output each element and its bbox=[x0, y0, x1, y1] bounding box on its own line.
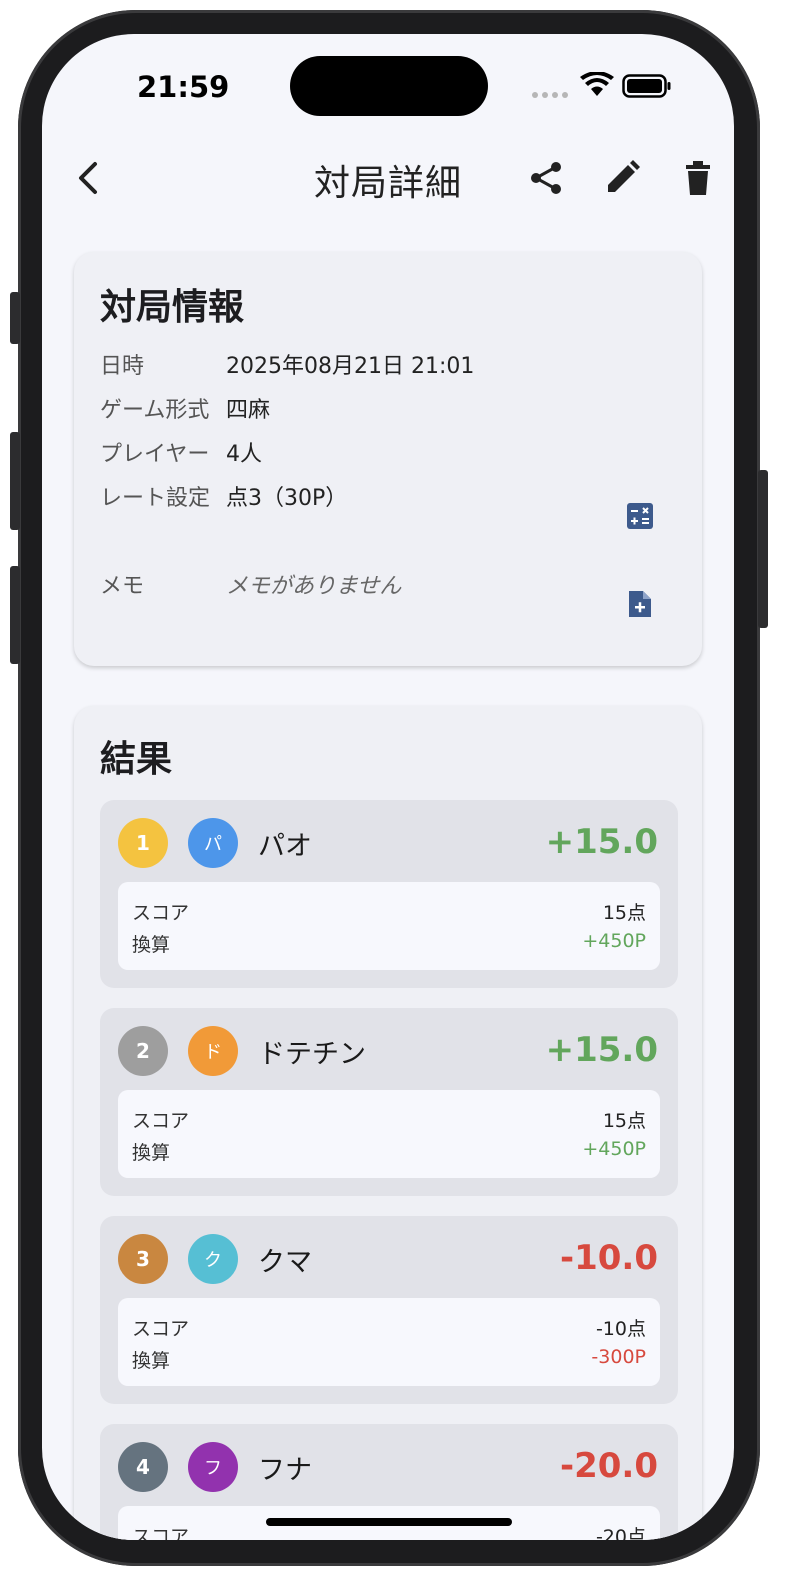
rank-badge: 4 bbox=[118, 1442, 168, 1492]
conversion-value: +450P bbox=[582, 1138, 646, 1160]
players-value: 4人 bbox=[226, 442, 262, 467]
home-indicator[interactable] bbox=[266, 1518, 512, 1526]
score-value: -20点 bbox=[595, 1526, 646, 1540]
rank-badge: 1 bbox=[118, 818, 168, 868]
score-value: -10点 bbox=[595, 1318, 646, 1340]
results-card: 結果 1 パパオ +15.0 スコア 15点 換算 +450P 2 ドドテチン +15.0 スコア 1… bbox=[74, 706, 702, 1540]
calculator-icon[interactable] bbox=[626, 502, 654, 530]
results-title: 結果 bbox=[100, 739, 173, 780]
screen: 21:59 対局詳細 対局情報 日時 2025年08月21日 21:01 ゲーム… bbox=[42, 34, 734, 1540]
note-add-icon[interactable] bbox=[626, 590, 654, 618]
game-format-value: 四麻 bbox=[226, 398, 271, 423]
silent-switch bbox=[10, 292, 20, 344]
memo-value: メモがありません bbox=[226, 574, 402, 599]
rate-value: 点3（30P） bbox=[226, 486, 348, 511]
conversion-label: 換算 bbox=[132, 1350, 171, 1372]
score-value: 15点 bbox=[602, 902, 646, 924]
memo-label: メモ bbox=[100, 574, 145, 599]
rate-label: レート設定 bbox=[100, 486, 211, 511]
player-row[interactable]: 3 ククマ -10.0 スコア -10点換算 -300P bbox=[100, 1216, 678, 1404]
player-total: -10.0 bbox=[560, 1238, 658, 1278]
avatar: ド bbox=[188, 1026, 238, 1076]
status-time: 21:59 bbox=[137, 70, 230, 104]
game-info-title: 対局情報 bbox=[100, 287, 245, 328]
avatar: フ bbox=[188, 1442, 238, 1492]
player-name: ドテチン bbox=[258, 1039, 366, 1070]
share-icon[interactable] bbox=[526, 158, 566, 198]
avatar: パ bbox=[188, 818, 238, 868]
cellular-signal-icon bbox=[532, 92, 568, 98]
pencil-icon[interactable] bbox=[602, 158, 642, 198]
player-total: +15.0 bbox=[545, 1030, 658, 1070]
player-detail: スコア -10点換算 -300P bbox=[118, 1298, 660, 1386]
date-label: 日時 bbox=[100, 354, 145, 379]
rank-badge: 2 bbox=[118, 1026, 168, 1076]
conversion-value: -300P bbox=[591, 1346, 646, 1368]
game-format-label: ゲーム形式 bbox=[100, 398, 210, 423]
dynamic-island bbox=[290, 56, 488, 116]
score-label: スコア bbox=[132, 902, 190, 924]
player-name: パオ bbox=[258, 831, 312, 862]
score-label: スコア bbox=[132, 1110, 190, 1132]
player-detail: スコア 15点換算 +450P bbox=[118, 1090, 660, 1178]
trash-icon[interactable] bbox=[678, 158, 718, 198]
player-name: クマ bbox=[258, 1247, 312, 1278]
volume-up-button bbox=[10, 432, 20, 530]
score-label: スコア bbox=[132, 1526, 190, 1540]
power-button bbox=[758, 470, 768, 628]
conversion-label: 換算 bbox=[132, 1142, 171, 1164]
wifi-icon bbox=[580, 72, 614, 96]
battery-icon bbox=[622, 74, 671, 98]
avatar: ク bbox=[188, 1234, 238, 1284]
player-total: +15.0 bbox=[545, 822, 658, 862]
game-info-card: 対局情報 日時 2025年08月21日 21:01 ゲーム形式 四麻 プレイヤー… bbox=[74, 252, 702, 666]
players-label: プレイヤー bbox=[100, 442, 210, 467]
score-label: スコア bbox=[132, 1318, 190, 1340]
volume-down-button bbox=[10, 566, 20, 664]
conversion-value: +450P bbox=[582, 930, 646, 952]
rank-badge: 3 bbox=[118, 1234, 168, 1284]
player-name: フナ bbox=[258, 1455, 312, 1486]
player-detail: スコア 15点換算 +450P bbox=[118, 882, 660, 970]
player-row[interactable]: 2 ドドテチン +15.0 スコア 15点換算 +450P bbox=[100, 1008, 678, 1196]
player-row[interactable]: 1 パパオ +15.0 スコア 15点換算 +450P bbox=[100, 800, 678, 988]
player-total: -20.0 bbox=[560, 1446, 658, 1486]
conversion-label: 換算 bbox=[132, 934, 171, 956]
score-value: 15点 bbox=[602, 1110, 646, 1132]
date-value: 2025年08月21日 21:01 bbox=[226, 354, 475, 379]
